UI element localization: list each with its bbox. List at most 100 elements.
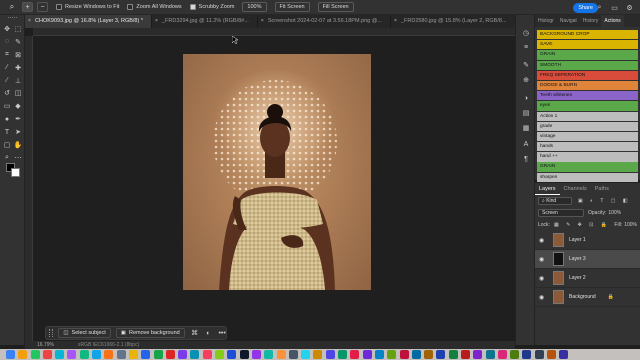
dock-app-icon[interactable]: [387, 350, 397, 359]
fill-value[interactable]: 100%: [624, 222, 637, 228]
brush-tool-icon[interactable]: ∕: [2, 76, 12, 86]
eye-icon[interactable]: ◉: [539, 294, 549, 301]
action-button[interactable]: GRAIN: [537, 162, 638, 172]
eye-icon[interactable]: ◉: [539, 275, 549, 282]
zoom-out-button[interactable]: −: [37, 2, 48, 12]
layer-row[interactable]: ◉ Layer 1: [535, 231, 640, 250]
lock-icons[interactable]: ▦ ✎ ✥ ⊡ 🔒: [554, 222, 610, 228]
layer-thumbnail[interactable]: [553, 233, 564, 247]
dock-app-icon[interactable]: [215, 350, 225, 359]
zoom-tool-icon[interactable]: ⌕: [6, 1, 18, 13]
frame-tool-icon[interactable]: ⊠: [13, 50, 23, 60]
dock-app-icon[interactable]: [497, 350, 507, 359]
resize-windows-checkbox[interactable]: Resize Windows to Fit: [56, 4, 119, 10]
dock-app-icon[interactable]: [178, 350, 188, 359]
dock-app-icon[interactable]: [510, 350, 520, 359]
dock-app-icon[interactable]: [153, 350, 163, 359]
eraser-tool-icon[interactable]: ◫: [13, 88, 23, 98]
layer-name[interactable]: Layer 1: [569, 237, 586, 243]
history-panel-icon[interactable]: ◷: [521, 28, 531, 38]
dock-app-icon[interactable]: [522, 350, 532, 359]
select-subject-button[interactable]: ◫ Select subject: [58, 328, 111, 338]
dock-app-icon[interactable]: [485, 350, 495, 359]
dock-app-icon[interactable]: [18, 350, 28, 359]
dock-app-icon[interactable]: [190, 350, 200, 359]
paragraph-panel-icon[interactable]: ¶: [521, 154, 531, 164]
panel-tab-history[interactable]: History: [580, 15, 602, 27]
remove-background-button[interactable]: ▣ Remove background: [115, 328, 185, 338]
dock-app-icon[interactable]: [79, 350, 89, 359]
panel-tab-navigat[interactable]: Navigat: [557, 15, 580, 27]
close-tab-icon[interactable]: ×: [28, 15, 31, 28]
dock-app-icon[interactable]: [92, 350, 102, 359]
layer-thumbnail[interactable]: [553, 252, 564, 266]
quick-select-tool-icon[interactable]: ✎: [13, 37, 23, 47]
dock-app-icon[interactable]: [276, 350, 286, 359]
dock-app-icon[interactable]: [362, 350, 372, 359]
document-tab[interactable]: × _FRD2580.jpg @ 15.8% (Layer 2, RGB/8...: [391, 15, 516, 28]
swatches-panel-icon[interactable]: ▦: [521, 123, 531, 133]
layer-name[interactable]: Layer 2: [569, 275, 586, 281]
action-button[interactable]: DODGE & BURN: [537, 80, 638, 91]
path-select-tool-icon[interactable]: ➤: [13, 127, 23, 137]
blend-mode-select[interactable]: Screen: [538, 209, 584, 217]
zoom-100-button[interactable]: 100%: [242, 2, 267, 12]
eyedropper-tool-icon[interactable]: ⁄: [2, 63, 12, 73]
dock-app-icon[interactable]: [30, 350, 40, 359]
dock-app-icon[interactable]: [288, 350, 298, 359]
scrubby-zoom-checkbox[interactable]: Scrubby Zoom: [189, 4, 234, 10]
layer-thumbnail[interactable]: [553, 271, 564, 285]
document-tab[interactable]: × CHOK9093.jpg @ 16.8% (Layer 3, RGB/8) *: [25, 15, 152, 28]
stamp-tool-icon[interactable]: ⊥: [13, 76, 23, 86]
close-tab-icon[interactable]: ×: [155, 15, 158, 28]
horizontal-ruler[interactable]: [33, 28, 515, 36]
clone-source-icon[interactable]: ⊕: [521, 75, 531, 85]
dock-app-icon[interactable]: [128, 350, 138, 359]
dock-app-icon[interactable]: [67, 350, 77, 359]
dock-app-icon[interactable]: [350, 350, 360, 359]
dodge-tool-icon[interactable]: ●: [2, 114, 12, 124]
dock-app-icon[interactable]: [42, 350, 52, 359]
action-button[interactable]: Teeth whitenen: [537, 91, 638, 101]
dock-app-icon[interactable]: [338, 350, 348, 359]
layer-kind-filter[interactable]: ⌕ Kind: [538, 197, 572, 205]
blur-tool-icon[interactable]: ◆: [13, 101, 23, 111]
dock-app-icon[interactable]: [239, 350, 249, 359]
dock-app-icon[interactable]: [473, 350, 483, 359]
zoom-tool-icon[interactable]: ⌕: [2, 153, 12, 163]
fit-screen-button[interactable]: Fit Screen: [274, 2, 310, 12]
dock-app-icon[interactable]: [547, 350, 557, 359]
layers-tab-paths[interactable]: Paths: [591, 183, 613, 195]
dock-app-icon[interactable]: [227, 350, 237, 359]
properties-panel-icon[interactable]: ≡: [521, 42, 531, 52]
action-button[interactable]: SMOOTH: [537, 60, 638, 70]
brush-settings-icon[interactable]: ✎: [521, 60, 531, 70]
zoom-all-windows-checkbox[interactable]: Zoom All Windows: [127, 4, 182, 10]
action-button[interactable]: eyes: [537, 101, 638, 111]
crop-tool-icon[interactable]: ⌗: [2, 50, 12, 60]
background-color-swatch[interactable]: [11, 168, 20, 177]
libraries-panel-icon[interactable]: ▤: [521, 108, 531, 118]
layer-row[interactable]: ◉ Layer 3: [535, 250, 640, 269]
gradient-tool-icon[interactable]: ▭: [2, 101, 12, 111]
dock-app-icon[interactable]: [436, 350, 446, 359]
filter-type-icons[interactable]: ▣ ◐ T ▢ ◧: [578, 198, 631, 204]
zoom-in-button[interactable]: +: [22, 2, 33, 12]
dock-app-icon[interactable]: [264, 350, 274, 359]
search-icon[interactable]: ⌕: [595, 3, 604, 12]
document-tab[interactable]: × _FRD3294.jpg @ 11.2% (RGB/8#...: [152, 15, 258, 28]
dock-app-icon[interactable]: [448, 350, 458, 359]
dock-app-icon[interactable]: [559, 350, 569, 359]
task-bar-grip[interactable]: [49, 329, 54, 337]
document-canvas[interactable]: [183, 54, 371, 290]
hand-tool-icon[interactable]: ✋: [13, 140, 23, 150]
dock-app-icon[interactable]: [325, 350, 335, 359]
document-tab[interactable]: × Screenshot 2024-02-07 at 3.56.18PM.png …: [258, 15, 391, 28]
layer-name[interactable]: Layer 3: [569, 256, 586, 262]
dock-app-icon[interactable]: [55, 350, 65, 359]
more-tools-icon[interactable]: ⋯: [13, 153, 23, 163]
status-color-profile[interactable]: sRGB IEC61966-2.1 (8bpc): [78, 342, 139, 348]
dock-app-icon[interactable]: [202, 350, 212, 359]
dock-app-icon[interactable]: [104, 350, 114, 359]
close-tab-icon[interactable]: ×: [261, 15, 264, 28]
